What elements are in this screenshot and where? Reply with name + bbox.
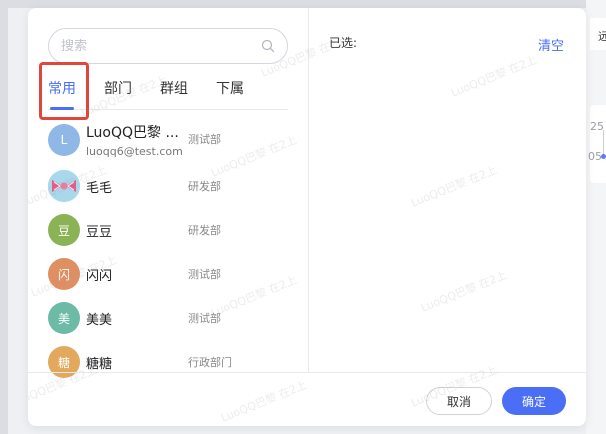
contact-department: 测试部 — [188, 312, 221, 325]
confirm-button[interactable]: 确定 — [502, 387, 566, 415]
contact-name-block: 闪闪 — [86, 265, 186, 284]
contact-name: 美美 — [86, 312, 113, 328]
search-icon[interactable] — [261, 39, 275, 53]
background-text: 25 — [590, 120, 604, 133]
avatar: 闪 — [48, 258, 80, 290]
contact-item[interactable]: 豆 豆豆 研发部 — [48, 208, 298, 252]
contact-name: 豆豆 — [86, 224, 113, 240]
contact-list: L LuoQQ巴黎 ... luoqq6@test.com 测试部 毛毛 研发部… — [48, 116, 298, 384]
contact-name: LuoQQ巴黎 ... — [86, 125, 179, 141]
search-box[interactable] — [48, 28, 288, 64]
contact-department: 行政部门 — [188, 356, 232, 369]
background-text: 05 — [588, 150, 602, 163]
contact-item[interactable]: 毛毛 研发部 — [48, 164, 298, 208]
cancel-button[interactable]: 取消 — [426, 387, 492, 415]
contact-name: 糖糖 — [86, 356, 113, 372]
avatar: L — [48, 124, 80, 156]
watermark-text: LuoQQ巴黎 在2上 — [409, 163, 499, 210]
contact-name-block: 毛毛 — [86, 177, 186, 196]
dialog-footer: 取消 确定 — [28, 372, 586, 426]
avatar: 豆 — [48, 214, 80, 246]
background-text: 远 — [598, 30, 606, 43]
avatar — [48, 170, 80, 202]
contact-department: 研发部 — [188, 224, 221, 237]
clear-button[interactable]: 清空 — [538, 35, 564, 54]
tab-subordinate[interactable]: 下属 — [216, 72, 244, 110]
background-right-panel — [586, 0, 606, 434]
background-timeline-dot — [601, 154, 606, 159]
contact-department: 测试部 — [188, 133, 221, 146]
contact-email: luoqq6@test.com — [86, 145, 183, 158]
contact-department: 研发部 — [188, 180, 221, 193]
watermark-text: LuoQQ巴黎 在2上 — [419, 268, 509, 315]
contact-name-block: 豆豆 — [86, 221, 186, 240]
contact-item[interactable]: 美 美美 测试部 — [48, 296, 298, 340]
contact-department: 测试部 — [188, 268, 221, 281]
tab-frequent[interactable]: 常用 — [48, 72, 76, 110]
avatar: 美 — [48, 302, 80, 334]
selected-label: 已选: — [329, 36, 358, 50]
member-picker-dialog: 常用 部门 群组 下属 L LuoQQ巴黎 ... luoqq6@test.co… — [28, 8, 586, 426]
watermark-text: LuoQQ巴黎 在2上 — [449, 53, 539, 100]
contact-name: 毛毛 — [86, 180, 113, 196]
contact-name-block: 糖糖 — [86, 353, 186, 372]
contact-name: 闪闪 — [86, 268, 113, 284]
contact-name-block: 美美 — [86, 309, 186, 328]
contact-item[interactable]: L LuoQQ巴黎 ... luoqq6@test.com 测试部 — [48, 116, 298, 164]
background-timeline-line — [603, 130, 604, 154]
bow-image-icon — [48, 170, 80, 202]
tab-group[interactable]: 群组 — [160, 72, 188, 110]
tab-bar: 常用 部门 群组 下属 — [48, 72, 288, 110]
member-list-panel: 常用 部门 群组 下属 L LuoQQ巴黎 ... luoqq6@test.co… — [28, 8, 309, 378]
contact-item[interactable]: 闪 闪闪 测试部 — [48, 252, 298, 296]
tab-department[interactable]: 部门 — [104, 72, 132, 110]
search-input[interactable] — [61, 38, 261, 54]
contact-name-block: LuoQQ巴黎 ... luoqq6@test.com — [86, 122, 186, 158]
